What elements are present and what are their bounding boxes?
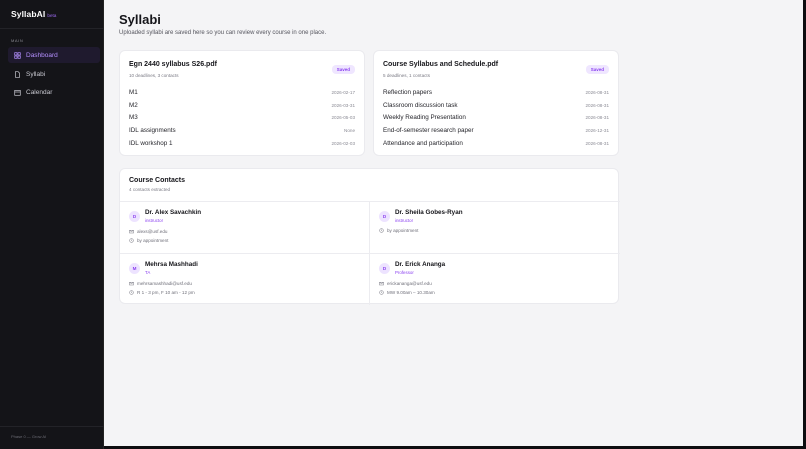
deadline-row: M2 2026-03-31: [129, 99, 355, 111]
deadline-date: None: [344, 127, 355, 133]
syllabus-title: Egn 2440 syllabus S26.pdf: [129, 61, 217, 68]
syllabus-card[interactable]: Course Syllabus and Schedule.pdf 5 deadl…: [373, 50, 619, 156]
deadline-date: 2026-08-31: [585, 89, 610, 95]
deadline-name: IDL workshop 1: [129, 139, 173, 147]
beta-badge: beta: [47, 13, 57, 18]
contacts-meta: 4 contacts extracted: [129, 187, 171, 192]
syllabus-title: Course Syllabus and Schedule.pdf: [383, 61, 499, 68]
contact-role: Professor: [395, 270, 414, 275]
syllabus-meta: 10 deadlines, 3 contacts: [129, 73, 179, 78]
page-title: Syllabi: [119, 12, 161, 27]
deadline-date: 2026-02-17: [331, 89, 356, 95]
clock-icon: [379, 228, 384, 233]
saved-badge: Saved: [585, 65, 609, 74]
course-contacts-card: Course Contacts 4 contacts extracted D D…: [119, 168, 620, 306]
syllabus-card[interactable]: Egn 2440 syllabus S26.pdf 10 deadlines, …: [119, 50, 365, 156]
contact-email-text: mehrsamashhadi@usf.edu: [137, 281, 192, 286]
contact-name: Mehrsa Mashhadi: [145, 261, 198, 268]
deadline-name: End-of-semester research paper: [383, 126, 474, 134]
deadline-row: End-of-semester research paper 2026-12-31: [383, 124, 609, 136]
deadline-row: IDL workshop 1 2026-02-03: [129, 137, 355, 149]
contact-hours: by appointment: [379, 228, 418, 233]
contact-hours: MW 9.00am – 10.30am: [379, 290, 435, 295]
sidebar-item-calendar[interactable]: Calendar: [8, 84, 100, 100]
contact-email[interactable]: alexs@usf.edu: [129, 229, 167, 234]
sidebar: SyllabAI beta MAIN Dashboard Syllabi Cale…: [0, 0, 104, 449]
contact-hours-text: R 1 - 3 pm, F 10 am - 12 pm: [137, 290, 195, 295]
deadline-row: Reflection papers 2026-08-31: [383, 86, 609, 98]
contact-item: D Dr. Alex Savachkin instructor alexs@us…: [120, 202, 369, 254]
deadline-date: 2026-08-31: [585, 140, 610, 146]
contact-hours: R 1 - 3 pm, F 10 am - 12 pm: [129, 290, 195, 295]
contact-hours: by appointment: [129, 238, 168, 243]
clock-icon: [129, 290, 134, 295]
contact-email-text: alexs@usf.edu: [137, 229, 168, 234]
contact-email[interactable]: mehrsamashhadi@usf.edu: [129, 281, 192, 286]
grid-icon: [13, 51, 21, 59]
deadline-row: M1 2026-02-17: [129, 86, 355, 98]
contacts-title: Course Contacts: [129, 177, 186, 184]
contact-email-text: erickananga@usf.edu: [387, 281, 432, 286]
deadline-row: M3 2026-05-03: [129, 111, 355, 123]
sidebar-item-label: Calendar: [26, 88, 53, 96]
mail-icon: [129, 282, 134, 286]
contact-hours-text: MW 9.00am – 10.30am: [387, 290, 435, 295]
mail-icon: [379, 282, 384, 286]
deadline-name: M2: [129, 101, 138, 109]
brand-logo[interactable]: SyllabAI beta: [11, 9, 57, 19]
avatar: D: [129, 211, 140, 222]
syllabus-meta: 5 deadlines, 1 contacts: [383, 73, 430, 78]
sidebar-item-label: Dashboard: [26, 51, 58, 59]
contact-item: M Mehrsa Mashhadi TA mehrsamashhadi@usf.…: [120, 254, 369, 306]
deadline-name: M3: [129, 113, 138, 121]
contact-role: instructor: [145, 218, 164, 223]
deadline-name: Weekly Reading Presentation: [383, 113, 466, 121]
sidebar-item-label: Syllabi: [26, 70, 46, 78]
sidebar-item-syllabi[interactable]: Syllabi: [8, 66, 100, 82]
deadline-row: Classroom discussion task 2026-08-31: [383, 99, 609, 111]
contact-name: Dr. Sheila Gobes-Ryan: [395, 209, 463, 216]
clock-icon: [129, 238, 134, 243]
deadline-date: 2026-08-31: [585, 102, 610, 108]
deadline-name: IDL assignments: [129, 126, 176, 134]
deadline-date: 2026-05-03: [331, 114, 356, 120]
deadline-row: IDL assignments None: [129, 124, 355, 136]
main-content: Syllabi Uploaded syllabi are saved here …: [104, 0, 803, 446]
deadline-date: 2026-03-31: [331, 102, 356, 108]
document-icon: [13, 70, 21, 78]
page-subtitle: Uploaded syllabi are saved here so you c…: [119, 30, 327, 36]
sidebar-footer-divider: [0, 426, 104, 427]
contact-name: Dr. Erick Ananga: [395, 261, 446, 268]
clock-icon: [379, 290, 384, 295]
deadline-date: 2026-08-31: [585, 114, 610, 120]
deadline-name: M1: [129, 88, 138, 96]
mail-icon: [129, 230, 134, 234]
avatar: D: [379, 211, 390, 222]
deadline-date: 2026-12-31: [585, 127, 610, 133]
deadline-row: Weekly Reading Presentation 2026-08-31: [383, 111, 609, 123]
contact-item: D Dr. Sheila Gobes-Ryan instructor by ap…: [370, 202, 619, 254]
sidebar-section-label: MAIN: [11, 38, 24, 43]
avatar: M: [129, 263, 140, 274]
calendar-icon: [13, 88, 21, 96]
sidebar-divider: [0, 28, 104, 29]
contact-hours-text: by appointment: [387, 228, 419, 233]
sidebar-item-dashboard[interactable]: Dashboard: [8, 47, 100, 63]
sidebar-footer: Phase 0 — Grow AI: [11, 434, 47, 439]
contact-role: TA: [145, 270, 151, 275]
contact-email[interactable]: erickananga@usf.edu: [379, 281, 432, 286]
contact-role: instructor: [395, 218, 414, 223]
deadline-row: Attendance and participation 2026-08-31: [383, 137, 609, 149]
saved-badge: Saved: [331, 65, 355, 74]
deadline-date: 2026-02-03: [331, 140, 356, 146]
contact-item: D Dr. Erick Ananga Professor erickananga…: [370, 254, 619, 306]
deadline-name: Attendance and participation: [383, 139, 463, 147]
deadline-name: Classroom discussion task: [383, 101, 458, 109]
deadline-name: Reflection papers: [383, 88, 433, 96]
contact-hours-text: by appointment: [137, 238, 169, 243]
avatar: D: [379, 263, 390, 274]
brand-name: SyllabAI: [11, 9, 46, 19]
contact-name: Dr. Alex Savachkin: [145, 209, 202, 216]
